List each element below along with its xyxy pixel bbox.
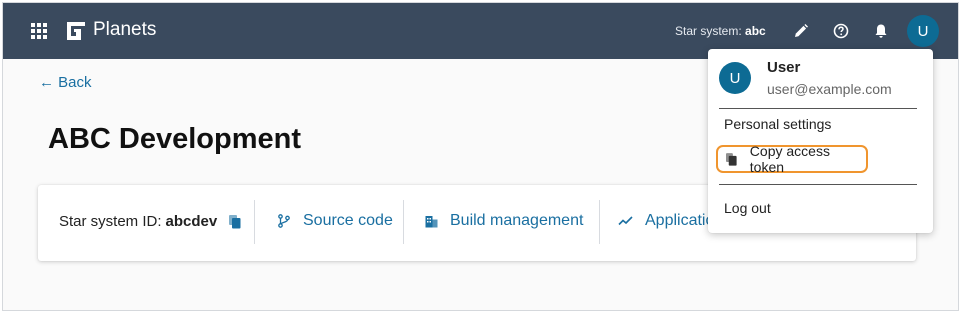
edit-pencil-icon[interactable] <box>789 19 813 43</box>
star-system-id: Star system ID: abcdev <box>59 213 241 230</box>
card-divider <box>254 200 255 244</box>
star-system-value: abc <box>745 24 766 38</box>
menu-divider <box>719 108 917 109</box>
help-icon[interactable] <box>829 19 853 43</box>
building-icon <box>425 215 438 227</box>
page-title: ABC Development <box>48 123 301 155</box>
log-out-item[interactable]: Log out <box>724 200 771 216</box>
source-code-label: Source code <box>303 212 393 229</box>
copy-icon <box>726 152 737 166</box>
build-management-label: Build management <box>450 212 584 229</box>
star-system-id-value: abcdev <box>165 213 218 230</box>
planets-logo-icon[interactable] <box>66 21 86 41</box>
menu-divider <box>719 184 917 185</box>
app-title[interactable]: Planets <box>93 19 156 41</box>
user-avatar-button[interactable]: U <box>907 15 939 47</box>
star-system-indicator: Star system: abc <box>675 24 766 38</box>
copy-icon[interactable] <box>229 214 241 229</box>
personal-settings-item[interactable]: Personal settings <box>724 116 831 132</box>
back-link[interactable]: ← Back <box>39 74 92 91</box>
trend-chart-icon <box>618 216 633 226</box>
menu-username: User <box>767 59 801 76</box>
user-menu: U User user@example.com Personal setting… <box>708 49 933 233</box>
card-divider <box>403 200 404 244</box>
menu-user-avatar: U <box>719 62 751 94</box>
star-system-label: Star system: <box>675 24 742 38</box>
app-frame: Planets Star system: abc U ← Back ABC De… <box>2 2 959 311</box>
copy-access-token-item[interactable]: Copy access token <box>716 143 868 175</box>
source-branch-icon <box>278 214 290 228</box>
bell-icon[interactable] <box>869 19 893 43</box>
card-divider <box>599 200 600 244</box>
build-management-link[interactable]: Build management <box>425 212 583 230</box>
star-system-id-label: Star system ID: <box>59 213 162 230</box>
menu-user-email: user@example.com <box>767 81 892 97</box>
source-code-link[interactable]: Source code <box>277 212 393 230</box>
copy-access-token-label: Copy access token <box>749 143 830 175</box>
apps-grid-icon[interactable] <box>31 23 47 39</box>
